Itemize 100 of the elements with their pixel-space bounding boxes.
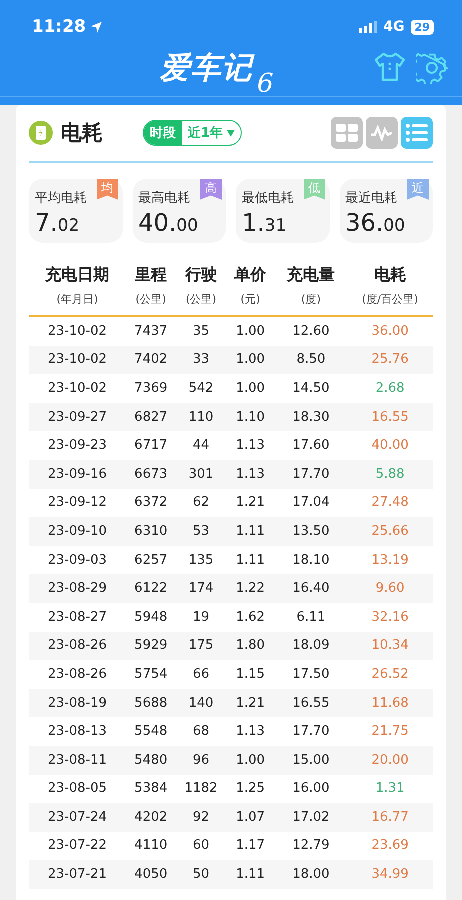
table-cell: 14.50 [274, 374, 348, 403]
table-cell: 53 [176, 517, 226, 546]
table-cell: 18.30 [274, 402, 348, 432]
column-header: 充电量 [286, 265, 336, 286]
table-cell: 1.80 [226, 632, 275, 660]
table-cell: 40.00 [348, 431, 433, 460]
stat-value: 40.00 [138, 209, 200, 237]
table-cell: 135 [176, 546, 226, 574]
table-cell: 13.19 [348, 546, 433, 574]
stat-label: 最高电耗 [138, 190, 192, 207]
table-cell: 5.88 [348, 460, 433, 489]
table-cell: 4110 [126, 832, 176, 860]
column-header: 充电日期 [44, 265, 110, 286]
table-cell: 23-09-10 [29, 517, 126, 546]
period-selector[interactable]: 时段 近1年 [143, 120, 242, 146]
table-cell: 32.16 [348, 602, 433, 632]
table-cell: 23-08-05 [29, 774, 126, 804]
table-cell: 1.21 [226, 688, 275, 718]
table-cell: 5929 [126, 632, 176, 660]
table-cell: 17.60 [274, 431, 348, 460]
table-cell: 23-08-13 [29, 717, 126, 746]
table-cell: 7437 [126, 316, 176, 346]
table-cell: 1.00 [226, 346, 275, 374]
table-cell: 1.11 [226, 517, 275, 546]
table-cell: 23-10-02 [29, 316, 126, 346]
table-cell: 19 [176, 602, 226, 632]
stat-value: 36.00 [346, 209, 406, 237]
table-cell: 1.11 [226, 546, 275, 574]
charger-icon [29, 121, 53, 145]
table-cell: 6717 [126, 431, 176, 460]
table-cell: 7402 [126, 346, 176, 374]
table-cell: 1.21 [226, 488, 275, 518]
table-cell: 174 [176, 574, 226, 603]
table-cell: 23-07-21 [29, 860, 126, 889]
column-unit: (公里) [134, 292, 168, 308]
column-header: 单价 [234, 265, 268, 286]
table-cell: 26.52 [348, 660, 433, 689]
table-cell: 1.17 [226, 832, 275, 860]
grid-icon [335, 123, 359, 143]
table-cell: 16.77 [348, 803, 433, 832]
table-cell: 68 [176, 717, 226, 746]
table-cell: 16.00 [274, 774, 348, 804]
table-cell: 1.00 [226, 316, 275, 346]
settings-icon[interactable] [416, 52, 448, 84]
table-cell: 6.11 [274, 602, 348, 632]
table-cell: 1.11 [226, 860, 275, 889]
table-cell: 1.13 [226, 431, 275, 460]
table-cell: 23-08-11 [29, 746, 126, 774]
table-cell: 542 [176, 374, 226, 403]
table-cell: 23-10-02 [29, 346, 126, 374]
table-cell: 6372 [126, 488, 176, 518]
table-cell: 35 [176, 316, 226, 346]
stat-label: 最低电耗 [242, 190, 295, 207]
battery-indicator: 29 [410, 20, 434, 34]
column-header: 电耗 [373, 265, 408, 286]
table-cell: 5480 [126, 746, 176, 774]
table-cell: 15.00 [274, 746, 348, 774]
table-cell: 23-07-22 [29, 832, 126, 860]
table-cell: 20.00 [348, 746, 433, 774]
table-cell: 27.48 [348, 488, 433, 518]
table-cell: 1.25 [226, 774, 275, 804]
table-cell: 4050 [126, 860, 176, 889]
shirt-icon[interactable] [374, 52, 406, 82]
table-cell: 18.10 [274, 546, 348, 574]
signal-icon [359, 21, 378, 33]
table-cell: 11.68 [348, 688, 433, 718]
table-cell: 5948 [126, 602, 176, 632]
table-cell: 8.50 [274, 346, 348, 374]
table-cell: 5548 [126, 717, 176, 746]
section-title: 电耗 [61, 120, 103, 147]
view-toggle-button[interactable] [366, 117, 398, 149]
table-cell: 92 [176, 803, 226, 832]
table-cell: 5754 [126, 660, 176, 689]
table-cell: 23-08-27 [29, 602, 126, 632]
table-cell: 23-10-02 [29, 374, 126, 403]
table-cell: 5688 [126, 688, 176, 718]
table-cell: 175 [176, 632, 226, 660]
column-unit: (公里) [184, 292, 218, 308]
stat-value: 1.31 [242, 209, 288, 237]
view-toggle-button[interactable] [401, 117, 433, 149]
table-cell: 23-09-03 [29, 546, 126, 574]
table-cell: 60 [176, 832, 226, 860]
table-cell: 6122 [126, 574, 176, 603]
table-cell: 17.02 [274, 803, 348, 832]
table-cell: 25.76 [348, 346, 433, 374]
table-cell: 6257 [126, 546, 176, 574]
table-cell: 17.70 [274, 460, 348, 489]
table-cell: 33 [176, 346, 226, 374]
table-cell: 1.00 [226, 374, 275, 403]
table-cell: 36.00 [348, 316, 433, 346]
table-cell: 1.00 [226, 746, 275, 774]
column-unit: (度) [300, 292, 322, 308]
table-cell: 23-07-24 [29, 803, 126, 832]
table-cell: 17.04 [274, 488, 348, 518]
list-icon [405, 123, 429, 143]
table-cell: 1.13 [226, 717, 275, 746]
table-cell: 18.09 [274, 632, 348, 660]
table-cell: 23-08-29 [29, 574, 126, 603]
view-toggle-button[interactable] [331, 117, 363, 149]
stat-ribbon: 近 [407, 179, 429, 200]
